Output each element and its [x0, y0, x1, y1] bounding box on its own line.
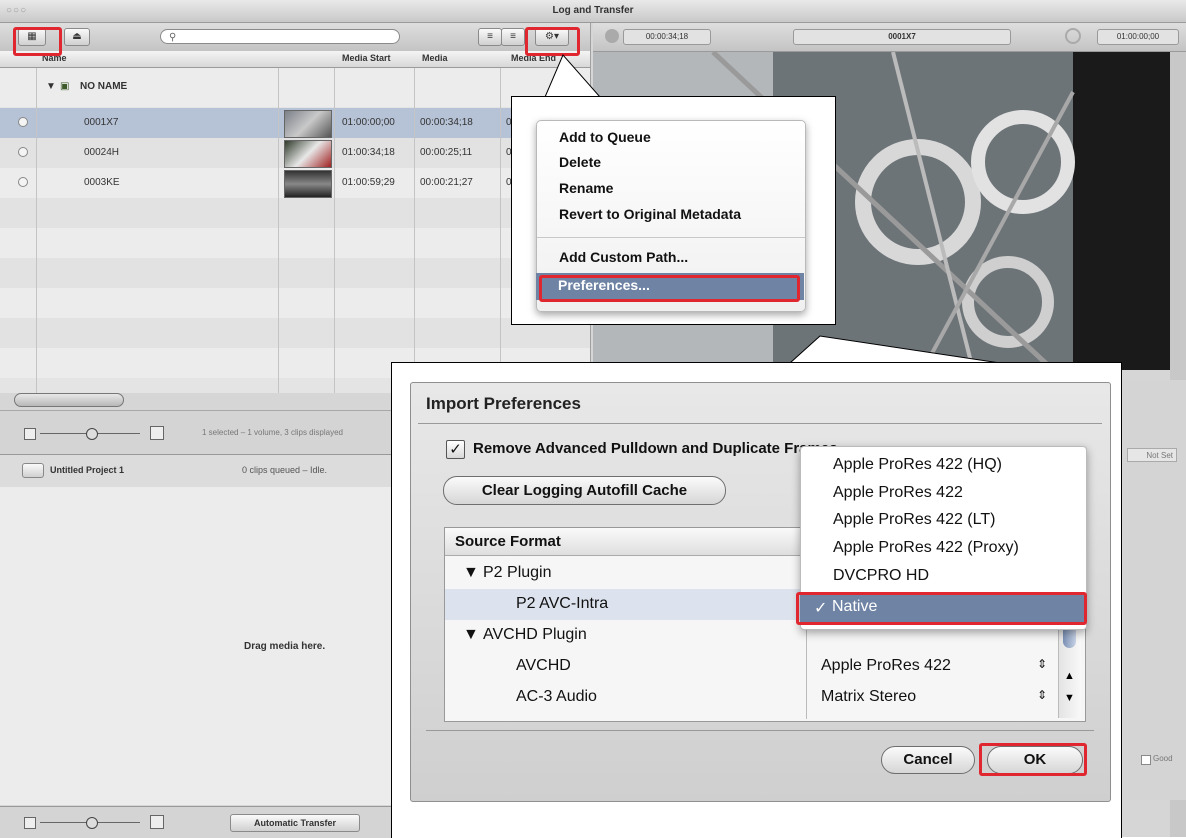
- source-name: P2 AVC-Intra: [516, 595, 609, 612]
- source-name: AVCHD Plugin: [483, 626, 587, 643]
- popup-stepper-icon[interactable]: ⇕: [1037, 657, 1047, 671]
- dialog-title: Import Preferences: [426, 394, 581, 413]
- remove-pulldown-label: Remove Advanced Pulldown and Duplicate F…: [473, 440, 838, 457]
- dropdown-option[interactable]: DVCPRO HD: [833, 567, 929, 585]
- remove-pulldown-checkbox[interactable]: ✓: [446, 440, 465, 459]
- menu-item-rename[interactable]: Rename: [559, 180, 613, 196]
- scroll-up-icon[interactable]: ▲: [1064, 670, 1075, 682]
- scroll-down-icon[interactable]: ▼: [1064, 692, 1075, 704]
- dialog-title-separator: [418, 423, 1102, 424]
- dropdown-option[interactable]: Apple ProRes 422 (LT): [833, 511, 995, 529]
- menu-item-delete[interactable]: Delete: [559, 154, 601, 170]
- clear-autofill-cache-button[interactable]: Clear Logging Autofill Cache: [443, 476, 726, 505]
- table-scrollbar[interactable]: ▲ ▼: [1058, 620, 1081, 718]
- highlight-preferences: [539, 275, 800, 302]
- menu-item-add-to-queue[interactable]: Add to Queue: [559, 129, 651, 145]
- table-row[interactable]: AVCHD Apple ProRes 422 ⇕: [445, 651, 1083, 682]
- target-format-popup[interactable]: Matrix Stereo: [821, 688, 916, 706]
- dropdown-option[interactable]: Apple ProRes 422 (Proxy): [833, 539, 1019, 557]
- cancel-button[interactable]: Cancel: [881, 746, 975, 774]
- source-name: P2 Plugin: [483, 564, 552, 581]
- dropdown-option[interactable]: Apple ProRes 422: [833, 484, 963, 502]
- highlight-ok: [979, 743, 1087, 776]
- source-name: AVCHD: [516, 657, 571, 674]
- column-source-format[interactable]: Source Format: [455, 533, 561, 550]
- dialog-button-separator: [426, 730, 1094, 731]
- menu-item-revert-metadata[interactable]: Revert to Original Metadata: [559, 206, 741, 222]
- popup-stepper-icon[interactable]: ⇕: [1037, 688, 1047, 702]
- disclosure-triangle-icon[interactable]: ▼: [463, 564, 479, 582]
- checkmark-icon: ✓: [449, 441, 462, 458]
- menu-item-add-custom-path[interactable]: Add Custom Path...: [559, 249, 688, 265]
- source-name: AC-3 Audio: [516, 688, 597, 705]
- disclosure-triangle-icon[interactable]: ▼: [463, 626, 479, 644]
- target-format-popup[interactable]: Apple ProRes 422: [821, 657, 951, 675]
- menu-separator: [537, 237, 805, 238]
- highlight-native: [796, 592, 1087, 625]
- dropdown-option[interactable]: Apple ProRes 422 (HQ): [833, 456, 1002, 474]
- table-row[interactable]: AC-3 Audio Matrix Stereo ⇕: [445, 682, 1083, 713]
